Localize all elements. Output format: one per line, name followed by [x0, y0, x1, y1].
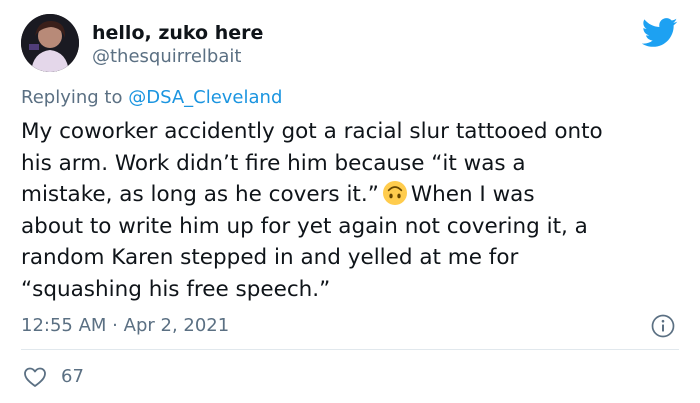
tweet-text-line: mistake, as long as he covers it.” When I…: [21, 179, 686, 211]
avatar[interactable]: [21, 14, 79, 72]
avatar-image: [21, 14, 79, 72]
tweet-time: 12:55 AM: [21, 315, 107, 336]
user-handle[interactable]: @thesquirrelbait: [92, 45, 241, 69]
tweet-text-line: about to write him up for yet again not …: [21, 213, 588, 239]
reply-mention-link[interactable]: @DSA_Cleveland: [128, 87, 282, 108]
like-count: 67: [61, 366, 84, 387]
display-name[interactable]: hello, zuko here: [92, 21, 263, 45]
meta-separator: ·: [106, 315, 124, 336]
info-icon[interactable]: [651, 314, 675, 338]
tweet-date: Apr 2, 2021: [123, 315, 230, 336]
tweet-text-line: My coworker accidently got a racial slur…: [21, 119, 603, 144]
divider: [21, 349, 679, 350]
replying-to: Replying to @DSA_Cleveland: [21, 86, 282, 110]
upside-down-face-emoji-icon: [382, 181, 407, 205]
heart-icon[interactable]: [23, 365, 47, 389]
tweet-text-line: “squashing his free speech.”: [21, 276, 331, 302]
tweet-text-line: his arm. Work didn’t fire him because “i…: [21, 150, 526, 176]
tweet-timestamp[interactable]: 12:55 AM · Apr 2, 2021: [21, 314, 229, 338]
twitter-bird-icon[interactable]: [642, 18, 678, 48]
tweet-text-segment: mistake, as long as he covers it.”: [21, 182, 379, 207]
tweet-card: hello, zuko here @thesquirrelbait Replyi…: [0, 0, 700, 403]
tweet-text: My coworker accidently got a racial slur…: [21, 116, 686, 305]
replying-prefix: Replying to: [21, 87, 129, 108]
tweet-text-segment: When I was: [410, 182, 535, 207]
tweet-text-line: random Karen stepped in and yelled at me…: [21, 245, 519, 270]
